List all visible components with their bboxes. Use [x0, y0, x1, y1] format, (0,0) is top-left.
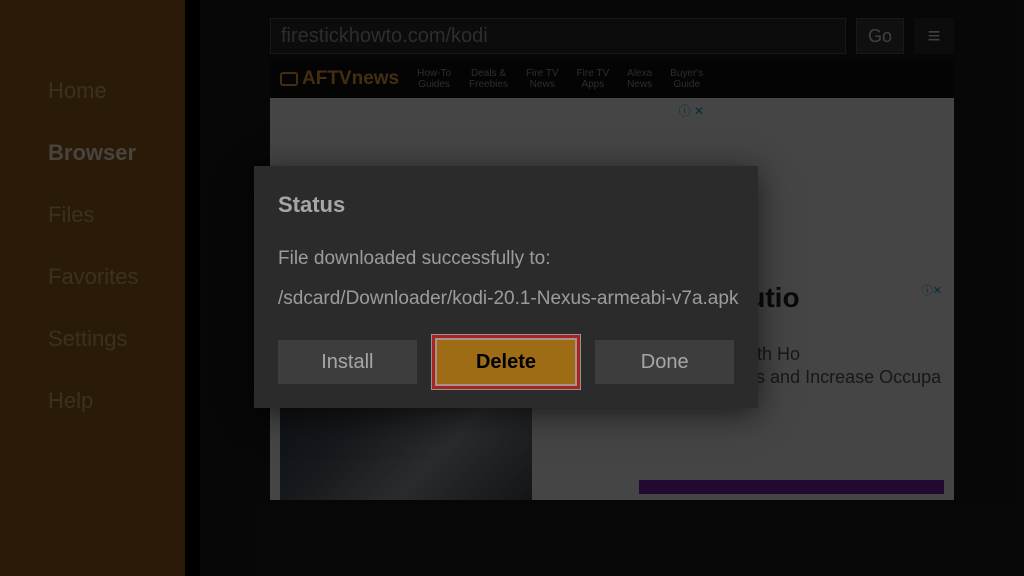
- aftv-nav-firetv-news[interactable]: Fire TV News: [526, 68, 559, 90]
- ad-marker2-icon[interactable]: ⓘ✕: [922, 282, 942, 298]
- url-input[interactable]: [270, 18, 846, 54]
- sidebar-item-settings[interactable]: Settings: [0, 308, 185, 370]
- aftv-header: AFTVnews How-To Guides Deals & Freebies …: [270, 60, 954, 98]
- aftv-brand-text: AFTVnews: [302, 68, 399, 90]
- sidebar-item-help[interactable]: Help: [0, 370, 185, 432]
- delete-button[interactable]: Delete: [437, 340, 576, 384]
- dialog-file-path: /sdcard/Downloader/kodi-20.1-Nexus-armea…: [278, 288, 734, 310]
- sidebar-item-favorites[interactable]: Favorites: [0, 246, 185, 308]
- purple-banner: [639, 480, 944, 494]
- status-dialog: Status File downloaded successfully to: …: [254, 166, 758, 408]
- aftv-logo: AFTVnews: [280, 68, 399, 90]
- topbar: Go ≡: [200, 18, 1024, 54]
- sidebar-item-browser[interactable]: Browser: [0, 122, 185, 184]
- go-button[interactable]: Go: [856, 18, 904, 54]
- dialog-message: File downloaded successfully to:: [278, 248, 734, 270]
- sidebar-item-home[interactable]: Home: [0, 60, 185, 122]
- aftv-nav-deals[interactable]: Deals & Freebies: [469, 68, 508, 90]
- aftv-nav-guides[interactable]: How-To Guides: [417, 68, 451, 90]
- done-button[interactable]: Done: [595, 340, 734, 384]
- hamburger-icon[interactable]: ≡: [914, 18, 954, 54]
- aftv-nav-firetv-apps[interactable]: Fire TV Apps: [577, 68, 610, 90]
- aftv-nav-buyers[interactable]: Buyer's Guide: [670, 68, 703, 90]
- install-button[interactable]: Install: [278, 340, 417, 384]
- dialog-title: Status: [278, 192, 734, 218]
- ad-marker-icon[interactable]: ⓘ ✕: [679, 102, 704, 119]
- sidebar-item-files[interactable]: Files: [0, 184, 185, 246]
- tv-icon: [280, 72, 298, 86]
- aftv-nav-alexa[interactable]: Alexa News: [627, 68, 652, 90]
- sidebar: Home Browser Files Favorites Settings He…: [0, 0, 200, 576]
